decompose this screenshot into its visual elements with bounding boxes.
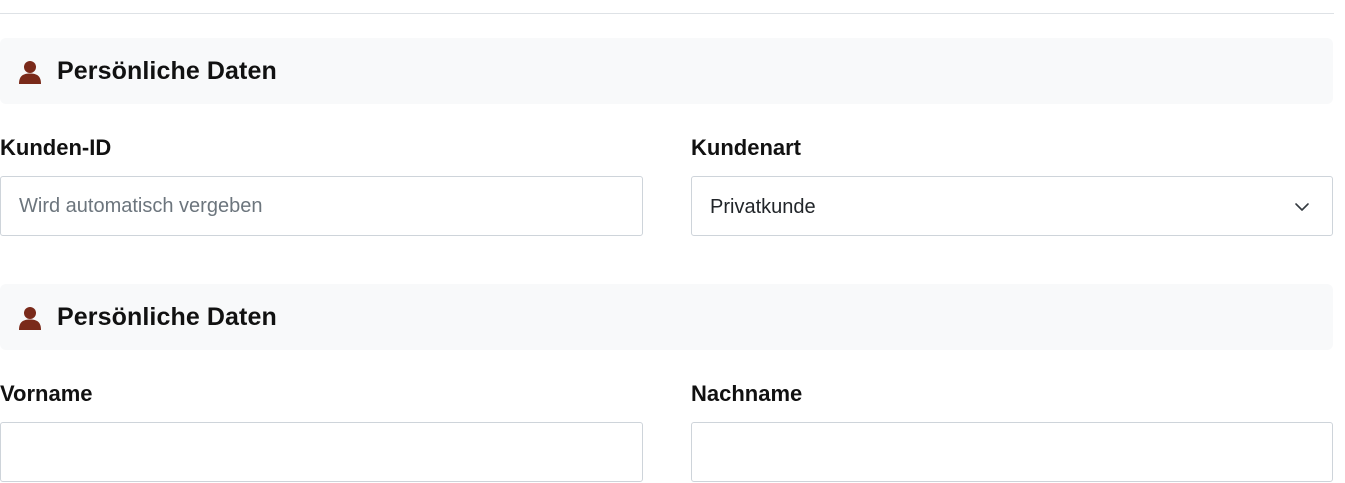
customer-id-label: Kunden-ID bbox=[0, 135, 112, 160]
customer-type-select[interactable]: Privatkunde bbox=[691, 176, 1333, 236]
customer-type-selected-value: Privatkunde bbox=[710, 196, 816, 218]
chevron-down-icon bbox=[1295, 203, 1309, 211]
person-icon bbox=[19, 307, 41, 330]
customer-type-label: Kundenart bbox=[691, 135, 801, 160]
section-title: Persönliche Daten bbox=[57, 303, 277, 331]
first-name-input[interactable] bbox=[0, 422, 643, 482]
first-name-label: Vorname bbox=[0, 381, 93, 406]
section-title: Persönliche Daten bbox=[57, 57, 277, 85]
last-name-label: Nachname bbox=[691, 381, 803, 406]
person-icon bbox=[19, 61, 41, 84]
customer-id-input[interactable] bbox=[0, 176, 643, 236]
last-name-input[interactable] bbox=[691, 422, 1333, 482]
section-header-personal-data: Persönliche Daten bbox=[0, 38, 1333, 104]
section-header-personal-data-2: Persönliche Daten bbox=[0, 284, 1333, 350]
top-divider bbox=[0, 13, 1334, 14]
